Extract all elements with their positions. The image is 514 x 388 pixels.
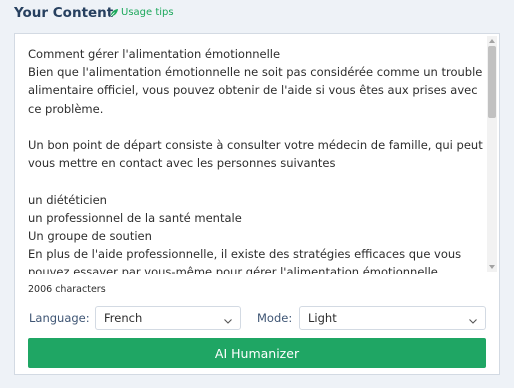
character-count: 2006 characters <box>28 284 106 295</box>
chevron-down-icon <box>224 309 240 328</box>
language-value: French <box>104 311 143 325</box>
scroll-thumb[interactable] <box>488 46 496 118</box>
usage-tips-label: Usage tips <box>121 7 174 18</box>
leaf-icon <box>109 8 119 18</box>
usage-tips-link[interactable]: Usage tips <box>109 7 174 18</box>
section-title: Your Content <box>14 5 114 21</box>
mode-label: Mode: <box>257 311 293 325</box>
content-textarea[interactable]: Comment gérer l'alimentation émotionnell… <box>15 34 499 274</box>
mode-select[interactable]: Light <box>299 306 486 330</box>
scroll-up-arrow-icon[interactable] <box>487 36 497 46</box>
ai-humanizer-button[interactable]: AI Humanizer <box>28 338 486 368</box>
textarea-scrollbar[interactable] <box>487 36 497 272</box>
chevron-down-icon <box>469 309 485 328</box>
scroll-down-arrow-icon[interactable] <box>487 262 497 272</box>
language-label: Language: <box>29 311 90 325</box>
content-text[interactable]: Comment gérer l'alimentation émotionnell… <box>28 45 483 274</box>
content-panel: Comment gérer l'alimentation émotionnell… <box>14 33 500 375</box>
language-select[interactable]: French <box>95 306 241 330</box>
mode-value: Light <box>308 311 337 325</box>
